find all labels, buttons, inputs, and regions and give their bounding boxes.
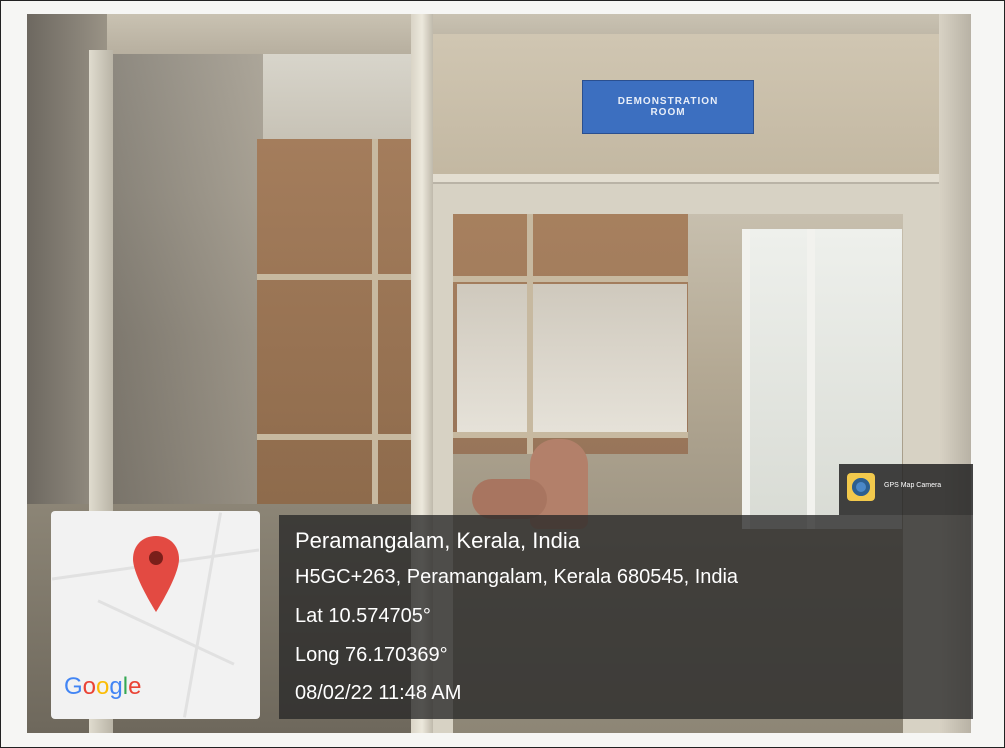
partition-rail: [372, 139, 378, 519]
latitude: Lat 10.574705°: [295, 605, 431, 627]
app-badge-label: GPS Map Camera: [884, 482, 942, 489]
partition-rail: [257, 274, 413, 280]
room-sign: DEMONSTRATION ROOM: [582, 80, 754, 134]
inner-rail: [527, 214, 533, 454]
inner-window: [457, 284, 687, 434]
longitude: Long 76.170369°: [295, 644, 448, 666]
corridor-reflection: [113, 54, 263, 524]
timestamp: 08/02/22 11:48 AM: [295, 682, 462, 704]
wood-partition: [257, 139, 413, 519]
address-line: H5GC+263, Peramangalam, Kerala 680545, I…: [295, 566, 739, 588]
inner-rail: [453, 276, 688, 282]
map-road: [182, 512, 223, 718]
room-sign-line2: ROOM: [650, 107, 686, 118]
hand: [472, 479, 547, 519]
inner-rail: [453, 432, 688, 438]
camera-app-icon: [847, 473, 875, 501]
google-logo: Google: [64, 673, 142, 700]
window-bar: [742, 229, 750, 529]
geo-stamp-panel: Peramangalam, Kerala, India H5GC+263, Pe…: [279, 515, 973, 719]
app-badge: GPS Map Camera: [839, 464, 973, 515]
place-name: Peramangalam, Kerala, India: [295, 528, 580, 553]
location-pin-icon: [133, 536, 179, 612]
camera-lens-icon: [852, 478, 870, 496]
window-bar: [807, 229, 815, 529]
room-sign-line1: DEMONSTRATION: [617, 96, 719, 107]
partition-rail: [257, 434, 413, 440]
